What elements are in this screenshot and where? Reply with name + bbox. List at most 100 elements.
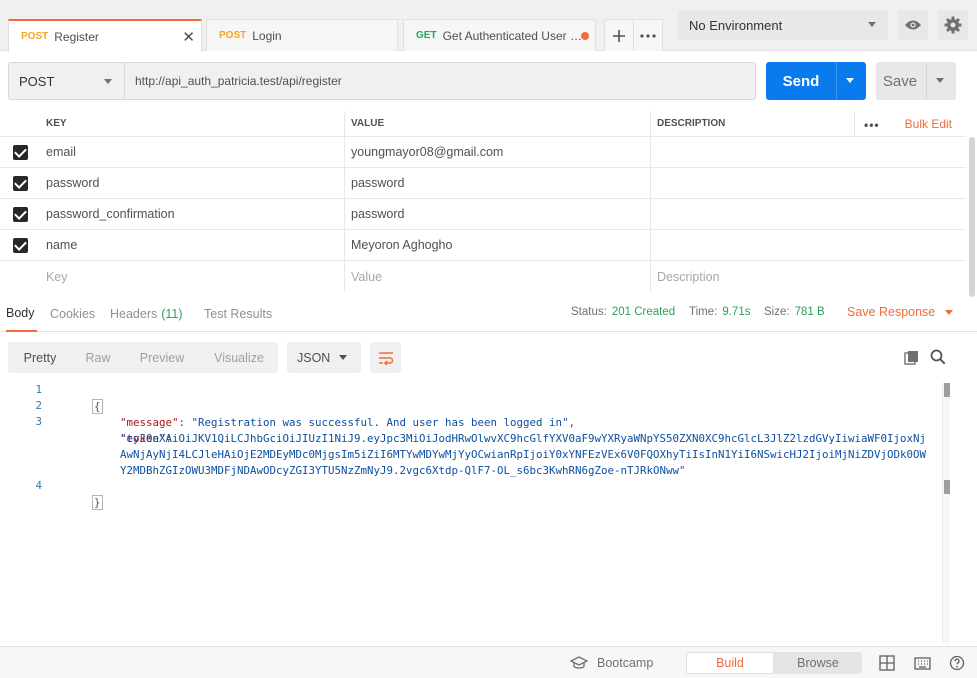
gear-icon bbox=[944, 16, 962, 34]
param-key-field[interactable]: password_confirmation bbox=[40, 199, 345, 229]
json-token-value-line: Y2MDBhZGIzOWU3MDFjNDAwODcyZGI3YTU5NzZmNy… bbox=[120, 464, 686, 477]
bulk-edit-link[interactable]: Bulk Edit bbox=[905, 111, 952, 137]
environment-select[interactable]: No Environment bbox=[678, 10, 888, 40]
new-tab-button[interactable] bbox=[604, 19, 634, 51]
row-enabled-checkbox[interactable] bbox=[12, 175, 28, 191]
tab-options-button[interactable] bbox=[633, 19, 663, 51]
send-options-chevron-icon[interactable] bbox=[846, 78, 854, 83]
environment-quick-look-button[interactable] bbox=[898, 10, 928, 40]
two-pane-view-button[interactable] bbox=[878, 654, 896, 672]
param-value-field[interactable]: youngmayor08@gmail.com bbox=[345, 137, 651, 167]
more-dots-icon bbox=[640, 33, 656, 38]
row-enabled-checkbox[interactable] bbox=[12, 144, 28, 160]
http-method-select[interactable]: POST bbox=[8, 62, 124, 100]
param-value-field[interactable]: Meyoron Aghogho bbox=[345, 230, 651, 260]
divider bbox=[926, 62, 927, 100]
params-scrollbar[interactable] bbox=[969, 137, 975, 297]
row-enabled-checkbox[interactable] bbox=[12, 237, 28, 253]
send-button[interactable]: Send bbox=[766, 62, 866, 100]
bootcamp-label: Bootcamp bbox=[597, 656, 654, 670]
tab-name: Login bbox=[252, 28, 282, 43]
copy-icon bbox=[904, 350, 918, 365]
save-button-label: Save bbox=[882, 72, 918, 90]
more-dots-icon[interactable]: ••• bbox=[864, 118, 880, 132]
json-close-brace: } bbox=[92, 495, 103, 510]
tab-login[interactable]: POST Login bbox=[206, 19, 398, 51]
tab-response-cookies[interactable]: Cookies bbox=[50, 296, 95, 332]
wrap-lines-button[interactable] bbox=[370, 342, 401, 373]
column-header-value: VALUE bbox=[345, 111, 651, 136]
new-value-input[interactable]: Value bbox=[345, 261, 651, 292]
table-row: name Meyoron Aghogho bbox=[0, 230, 966, 261]
row-enabled-checkbox[interactable] bbox=[12, 206, 28, 222]
search-button[interactable] bbox=[929, 348, 947, 366]
view-visualize[interactable]: Visualize bbox=[200, 342, 278, 373]
json-token-value-line: "eyJ0eXAiOiJKV1QiLCJhbGciOiJIUzI1NiJ9.ey… bbox=[120, 432, 927, 445]
response-format-select[interactable]: JSON bbox=[287, 342, 361, 373]
view-raw[interactable]: Raw bbox=[72, 342, 124, 373]
table-row: email youngmayor08@gmail.com bbox=[0, 137, 966, 168]
param-description-field[interactable] bbox=[651, 230, 966, 260]
help-button[interactable] bbox=[948, 654, 966, 672]
save-options-chevron-icon[interactable] bbox=[936, 78, 944, 83]
chevron-down-icon bbox=[339, 355, 347, 360]
tab-method: POST bbox=[21, 31, 49, 42]
param-key-field[interactable]: name bbox=[40, 230, 345, 260]
tab-response-body[interactable]: Body bbox=[6, 296, 37, 332]
chevron-down-icon bbox=[945, 309, 954, 315]
divider bbox=[836, 62, 837, 100]
response-body-code[interactable]: 1 2 3 4 { "message": "Registration was s… bbox=[0, 383, 944, 643]
tab-name: Register bbox=[54, 29, 99, 44]
param-description-field[interactable] bbox=[651, 199, 966, 229]
help-icon bbox=[949, 655, 965, 671]
time-value: 9.71s bbox=[722, 306, 751, 318]
copy-button[interactable] bbox=[903, 348, 921, 366]
line-number: 2 bbox=[35, 399, 42, 412]
tab-register[interactable]: POST Register ✕ bbox=[8, 19, 202, 52]
param-description-field[interactable] bbox=[651, 137, 966, 167]
tab-response-test-results[interactable]: Test Results bbox=[204, 296, 272, 332]
new-description-input[interactable]: Description bbox=[651, 261, 966, 292]
response-view-switcher: Pretty Raw Preview Visualize bbox=[8, 342, 278, 373]
chevron-down-icon bbox=[104, 79, 112, 84]
wrap-lines-icon bbox=[378, 351, 393, 365]
table-header: KEY VALUE DESCRIPTION ••• Bulk Edit bbox=[0, 111, 966, 137]
param-key-field[interactable]: password bbox=[40, 168, 345, 198]
code-scrollbar[interactable] bbox=[942, 383, 950, 643]
tab-label: Test Results bbox=[204, 307, 273, 321]
status-value: 201 Created bbox=[611, 306, 676, 318]
close-tab-icon[interactable]: ✕ bbox=[182, 28, 195, 46]
param-value-field[interactable]: password bbox=[345, 199, 651, 229]
tab-name: Get Authenticated User D... bbox=[442, 28, 585, 43]
time-label: Time: bbox=[689, 306, 718, 318]
request-url-input[interactable]: http://api_auth_patricia.test/api/regist… bbox=[124, 62, 756, 100]
tab-response-headers[interactable]: Headers (11) bbox=[110, 296, 183, 332]
view-pretty[interactable]: Pretty bbox=[8, 342, 72, 373]
line-number: 1 bbox=[35, 383, 42, 396]
status-label: Status: bbox=[571, 306, 607, 318]
param-value-field[interactable]: password bbox=[345, 168, 651, 198]
tab-get-authenticated-user[interactable]: GET Get Authenticated User D... bbox=[403, 19, 596, 51]
keyboard-shortcuts-button[interactable] bbox=[913, 654, 931, 672]
response-tab-bar: Body Cookies Headers (11) Test Results S… bbox=[0, 296, 977, 332]
request-url-value: http://api_auth_patricia.test/api/regist… bbox=[135, 74, 342, 88]
view-preview[interactable]: Preview bbox=[124, 342, 200, 373]
table-row: password_confirmation password bbox=[0, 199, 966, 230]
param-description-field[interactable] bbox=[651, 168, 966, 198]
new-key-input[interactable]: Key bbox=[40, 261, 345, 292]
save-response-button[interactable]: Save Response bbox=[847, 296, 954, 328]
table-row-new: Key Value Description bbox=[0, 261, 966, 292]
bootcamp-button[interactable]: Bootcamp bbox=[570, 647, 653, 678]
environment-select-value: No Environment bbox=[689, 17, 783, 33]
build-mode-button[interactable]: Build bbox=[686, 652, 774, 674]
manage-environments-button[interactable] bbox=[938, 10, 968, 40]
size-label: Size: bbox=[764, 306, 790, 318]
unsaved-changes-dot-icon bbox=[581, 32, 589, 40]
status-bar: Bootcamp Build Browse bbox=[0, 646, 977, 678]
tab-method: GET bbox=[416, 30, 437, 41]
code-line: "message": "Registration was successful.… bbox=[120, 416, 576, 429]
param-key-field[interactable]: email bbox=[40, 137, 345, 167]
save-button[interactable]: Save bbox=[876, 62, 956, 100]
browse-mode-button[interactable]: Browse bbox=[774, 652, 862, 674]
table-row: password password bbox=[0, 168, 966, 199]
